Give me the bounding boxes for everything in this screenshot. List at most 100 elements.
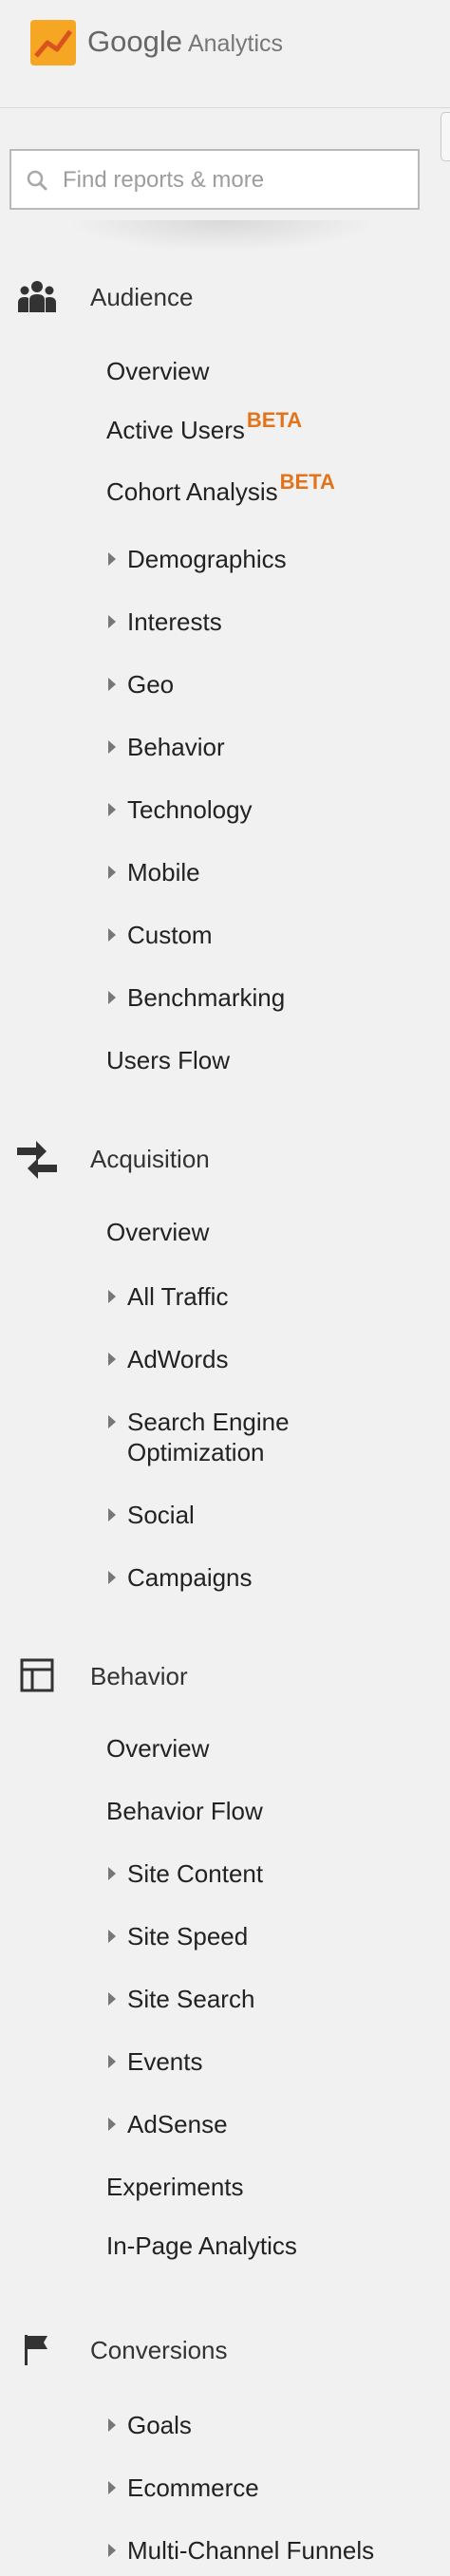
app-header: Google Analytics	[0, 0, 450, 84]
nav-label: Active Users	[106, 416, 245, 444]
beta-badge: BETA	[279, 470, 335, 494]
nav-in-page-analytics[interactable]: In-Page Analytics	[106, 2231, 297, 2261]
expand-arrow-icon	[108, 1415, 116, 1429]
expand-arrow-icon	[108, 678, 116, 692]
search-input[interactable]	[61, 160, 406, 200]
nav-users-flow[interactable]: Users Flow	[106, 1045, 230, 1075]
nav-label: Custom	[127, 921, 213, 949]
expand-arrow-icon	[108, 1571, 116, 1585]
nav-goals[interactable]: Goals	[108, 2410, 192, 2440]
section-conversions-label: Conversions	[90, 2336, 228, 2364]
nav-label: Search Engine Optimization	[127, 1408, 290, 1466]
nav-benchmarking[interactable]: Benchmarking	[108, 982, 285, 1013]
expand-arrow-icon	[108, 740, 116, 755]
nav-seo[interactable]: Search Engine Optimization	[108, 1407, 336, 1467]
nav-label: Interests	[127, 607, 222, 636]
nav-audience-overview[interactable]: Overview	[106, 356, 209, 386]
nav-label: AdSense	[127, 2110, 228, 2138]
section-audience-label: Audience	[90, 283, 194, 311]
expand-arrow-icon	[108, 615, 116, 629]
nav-site-search[interactable]: Site Search	[108, 1984, 254, 2014]
nav-acquisition-overview[interactable]: Overview	[106, 1217, 209, 1247]
nav-label: Users Flow	[106, 1046, 231, 1074]
nav-demographics[interactable]: Demographics	[108, 544, 287, 574]
nav-technology[interactable]: Technology	[108, 794, 253, 825]
brand-name: Google	[87, 25, 182, 58]
beta-badge: BETA	[246, 408, 303, 432]
nav-adsense[interactable]: AdSense	[108, 2109, 228, 2139]
header-divider	[0, 107, 450, 108]
product-name: Analytics	[187, 30, 284, 57]
expand-arrow-icon	[108, 1508, 116, 1522]
nav-label: In-Page Analytics	[106, 2231, 297, 2260]
app-title: Google Analytics	[87, 25, 283, 65]
nav-experiments[interactable]: Experiments	[106, 2172, 244, 2202]
nav-label: Multi-Channel Funnels	[127, 2536, 375, 2565]
nav-label: Ecommerce	[127, 2473, 259, 2502]
nav-interests[interactable]: Interests	[108, 607, 222, 637]
nav-active-users[interactable]: Active UsersBETA	[106, 408, 302, 447]
nav-label: Experiments	[106, 2173, 244, 2201]
search-box[interactable]	[9, 149, 420, 210]
expand-arrow-icon	[108, 991, 116, 1005]
nav-label: Behavior Flow	[106, 1797, 263, 1825]
search-icon	[27, 170, 47, 191]
search-shadow	[66, 220, 380, 252]
expand-arrow-icon	[108, 1992, 116, 2007]
expand-arrow-icon	[108, 866, 116, 880]
nav-cohort-analysis[interactable]: Cohort AnalysisBETA	[106, 470, 335, 509]
nav-site-content[interactable]: Site Content	[108, 1858, 263, 1889]
nav-label: Benchmarking	[127, 983, 286, 1012]
nav-adwords[interactable]: AdWords	[108, 1344, 228, 1374]
nav-label: AdWords	[127, 1345, 229, 1373]
nav-geo[interactable]: Geo	[108, 669, 174, 700]
expand-arrow-icon	[108, 2418, 116, 2433]
nav-label: Overview	[106, 1218, 210, 1246]
nav-social[interactable]: Social	[108, 1500, 195, 1530]
nav-label: Cohort Analysis	[106, 477, 278, 506]
nav-campaigns[interactable]: Campaigns	[108, 1562, 253, 1593]
section-conversions[interactable]: Conversions	[0, 2323, 450, 2376]
expand-arrow-icon	[108, 1930, 116, 1944]
nav-mobile[interactable]: Mobile	[108, 857, 200, 887]
nav-label: Mobile	[127, 858, 200, 887]
nav-events[interactable]: Events	[108, 2046, 203, 2077]
nav-label: Technology	[127, 795, 253, 824]
nav-label: Campaigns	[127, 1563, 253, 1592]
nav-custom[interactable]: Custom	[108, 920, 213, 950]
expand-arrow-icon	[108, 2481, 116, 2495]
expand-arrow-icon	[108, 1290, 116, 1304]
nav-multi-channel-funnels[interactable]: Multi-Channel Funnels	[108, 2535, 374, 2566]
layout-icon	[20, 1658, 54, 1692]
arrows-icon	[17, 1141, 57, 1179]
expand-arrow-icon	[108, 1353, 116, 1367]
people-icon	[18, 281, 56, 312]
expand-arrow-icon	[108, 803, 116, 817]
nav-label: Overview	[106, 357, 210, 385]
nav-audience-behavior[interactable]: Behavior	[108, 732, 225, 762]
nav-site-speed[interactable]: Site Speed	[108, 1921, 248, 1951]
nav-label: Overview	[106, 1734, 210, 1763]
nav-label: Site Speed	[127, 1922, 249, 1951]
nav-behavior-flow[interactable]: Behavior Flow	[106, 1796, 263, 1826]
nav-label: Social	[127, 1501, 195, 1529]
expand-arrow-icon	[108, 2544, 116, 2558]
section-acquisition[interactable]: Acquisition	[0, 1131, 450, 1185]
nav-ecommerce[interactable]: Ecommerce	[108, 2473, 259, 2503]
nav-label: Behavior	[127, 733, 225, 761]
nav-label: Goals	[127, 2411, 192, 2439]
sidebar-collapse-handle[interactable]	[441, 112, 450, 161]
nav-label: Geo	[127, 670, 175, 699]
section-audience[interactable]: Audience	[0, 270, 450, 323]
nav-label: Events	[127, 2047, 203, 2076]
expand-arrow-icon	[108, 2118, 116, 2132]
nav-all-traffic[interactable]: All Traffic	[108, 1281, 228, 1312]
expand-arrow-icon	[108, 928, 116, 943]
nav-label: Site Search	[127, 1985, 255, 2013]
expand-arrow-icon	[108, 2055, 116, 2069]
nav-label: All Traffic	[127, 1282, 229, 1311]
nav-behavior-overview[interactable]: Overview	[106, 1733, 209, 1764]
section-behavior-label: Behavior	[90, 1662, 188, 1690]
section-behavior[interactable]: Behavior	[0, 1649, 450, 1702]
flag-icon	[25, 2335, 47, 2365]
